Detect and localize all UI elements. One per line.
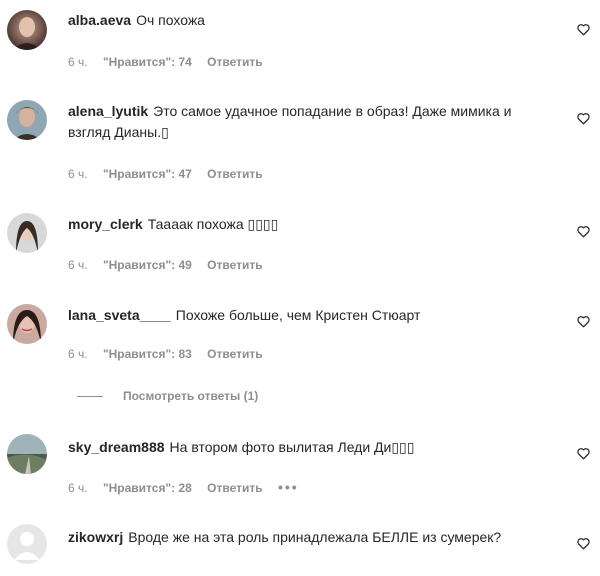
comment-meta: 6 ч. "Нравится": 74 Ответить <box>68 55 275 69</box>
view-replies-label: Посмотреть ответы (1) <box>123 389 259 403</box>
avatar[interactable] <box>7 434 47 474</box>
comment-username[interactable]: zikowxrj <box>68 529 123 545</box>
comment-username[interactable]: mory_clerk <box>68 216 143 232</box>
avatar[interactable] <box>7 213 47 253</box>
avatar[interactable] <box>7 524 47 564</box>
reply-button[interactable]: Ответить <box>207 55 262 69</box>
avatar[interactable] <box>7 10 47 50</box>
heart-outline-icon[interactable] <box>576 314 591 329</box>
likes-count[interactable]: "Нравится": 83 <box>103 347 192 361</box>
comment-text: Тааaак похожа ▯▯▯▯ <box>147 216 279 232</box>
comment-text: Вроде же на эта роль принадлежала БЕЛЛЕ … <box>128 529 502 545</box>
comment-username[interactable]: alena_lyutik <box>68 103 148 119</box>
comment-text: На втором фото вылитая Леди Ди▯▯▯ <box>169 439 415 455</box>
heart-outline-icon[interactable] <box>576 224 591 239</box>
comment-meta: 6 ч. "Нравится": 47 Ответить <box>68 167 275 181</box>
reply-button[interactable]: Ответить <box>207 347 262 361</box>
comment-time[interactable]: 6 ч. <box>68 55 88 69</box>
comment-meta: 6 ч. "Нравится": 28 Ответить ••• <box>68 479 311 495</box>
avatar[interactable] <box>7 100 47 140</box>
default-avatar-icon <box>7 524 47 564</box>
likes-count[interactable]: "Нравится": 74 <box>103 55 192 69</box>
comment-username[interactable]: sky_dream888 <box>68 439 165 455</box>
heart-outline-icon[interactable] <box>576 22 591 37</box>
comment-text: Похоже больше, чем Кристен Стюарт <box>175 307 421 323</box>
comment-username[interactable]: alba.aeva <box>68 12 131 28</box>
comment-time[interactable]: 6 ч. <box>68 258 88 272</box>
avatar[interactable] <box>7 304 47 344</box>
heart-outline-icon[interactable] <box>576 536 591 551</box>
reply-button[interactable]: Ответить <box>207 167 262 181</box>
comment-time[interactable]: 6 ч. <box>68 481 88 495</box>
comment-time[interactable]: 6 ч. <box>68 347 88 361</box>
comment-text: Оч похожа <box>136 12 205 28</box>
heart-outline-icon[interactable] <box>576 446 591 461</box>
more-dots-icon[interactable]: ••• <box>278 479 299 495</box>
likes-count[interactable]: "Нравится": 28 <box>103 481 192 495</box>
reply-button[interactable]: Ответить <box>207 481 262 495</box>
likes-count[interactable]: "Нравится": 49 <box>103 258 192 272</box>
likes-count[interactable]: "Нравится": 47 <box>103 167 192 181</box>
comment-username[interactable]: lana_sveta____ <box>68 307 171 323</box>
comment-meta: 6 ч. "Нравится": 49 Ответить <box>68 258 275 272</box>
comment-time[interactable]: 6 ч. <box>68 167 88 181</box>
reply-button[interactable]: Ответить <box>207 258 262 272</box>
comment-meta: 6 ч. "Нравится": 83 Ответить <box>68 347 275 361</box>
heart-outline-icon[interactable] <box>576 111 591 126</box>
divider-line <box>77 396 103 398</box>
view-replies-button[interactable]: Посмотреть ответы (1) <box>77 389 258 403</box>
